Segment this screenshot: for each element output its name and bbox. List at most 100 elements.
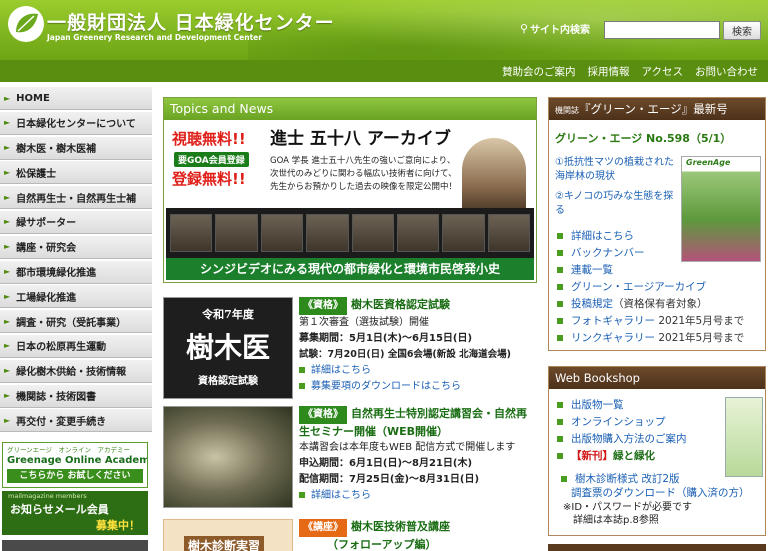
sidebar-item-label: 都市環境緑化推進: [16, 268, 97, 280]
news-link-text: 募集要項のダウンロードはこちら: [311, 381, 461, 392]
news-link-text: 詳細はこちら: [311, 365, 371, 376]
nav-recruit[interactable]: 採用情報: [582, 64, 636, 79]
greenage-link-archive[interactable]: グリーン・エージアーカイブ: [557, 279, 706, 294]
feature-line: 先生からお預かりした過去の映像を限定公開中！: [270, 182, 458, 192]
greenage-article-link[interactable]: ①抵抗性マツの植栽された海岸林の現状: [555, 156, 679, 184]
bookshop-link-list[interactable]: 出版物一覧: [557, 397, 624, 412]
link-text: 詳細はこちら: [571, 230, 634, 242]
greenage-panel: 機関誌『グリーン・エージ』最新号 グリーン・エージ No.598（5/1） Gr…: [548, 97, 766, 351]
third-banner[interactable]: [2, 540, 148, 551]
sidebar-item-home[interactable]: ► HOME: [0, 86, 152, 110]
sidebar-item-label: 松保護士: [16, 168, 57, 180]
greenage-article-link[interactable]: ②キノコの巧みな生態を探る: [555, 190, 679, 218]
greenage-link-photo-gallery[interactable]: フォトギャラリー 2021年5月号まで: [557, 313, 744, 328]
arrow-right-icon: ►: [4, 143, 11, 153]
category-tag: 《資格》: [299, 406, 347, 424]
greenage-cover-image[interactable]: GreenAge: [681, 156, 761, 262]
bookshop-note: ※ID・パスワードが必要です: [563, 502, 693, 513]
nav-contact[interactable]: お問い合わせ: [689, 64, 764, 79]
news-link[interactable]: 募集要項のダウンロードはこちら: [299, 379, 537, 395]
film-frame: [306, 214, 349, 252]
butterfly-photo-thumbnail[interactable]: [163, 406, 293, 508]
sidebar-item-label: 樹木医・樹木医補: [16, 144, 97, 156]
mail-members-banner[interactable]: mailmagazine members お知らせメール会員 募集中！: [2, 491, 148, 535]
greenage-link-backnumber[interactable]: バックナンバー: [557, 245, 645, 260]
sidebar-item-courses[interactable]: ► 講座・研究会: [0, 234, 152, 259]
search-input[interactable]: [604, 21, 720, 39]
news-link[interactable]: 詳細はこちら: [299, 488, 537, 504]
arrow-right-icon: ►: [4, 93, 11, 103]
link-text: オンラインショップ: [571, 416, 666, 428]
arrow-right-icon: ►: [4, 217, 11, 227]
news-title[interactable]: 《資格》 自然再生士特別認定講習会・自然再生セミナー開催（WEB開催）: [299, 406, 537, 440]
bookshop-link-new-release[interactable]: 【新刊】緑と緑化: [557, 448, 655, 463]
news-item: 樹木診断実習 《講座》 樹木医技術普及講座 （フォローアップ編）: [163, 519, 537, 551]
sidebar-item-nature-restoration[interactable]: ► 自然再生士・自然再生士補: [0, 185, 152, 210]
sidebar-item-about[interactable]: ► 日本緑化センターについて: [0, 110, 152, 135]
online-academy-banner[interactable]: グリーンエージ オンライン アカデミー Greenage Online Acad…: [2, 442, 148, 488]
link-text: 樹木診断様式 改訂2版: [575, 473, 680, 485]
greenage-link-link-gallery[interactable]: リンクギャラリー 2021年5月号まで: [557, 330, 744, 345]
banner-line2: 募集中！: [96, 519, 140, 532]
bookshop-heading: Web Bookshop: [549, 367, 765, 389]
link-text: バックナンバー: [571, 247, 645, 259]
news-title[interactable]: 《資格》 樹木医資格認定試験: [299, 297, 537, 315]
sidebar-item-tree-doctor[interactable]: ► 樹木医・樹木医補: [0, 135, 152, 160]
news-title[interactable]: 《講座》 樹木医技術普及講座: [299, 519, 537, 537]
bookshop-link-purchase-guide[interactable]: 出版物購入方法のご案内: [557, 431, 687, 446]
news-body: 《資格》 樹木医資格認定試験 第１次審査（選抜試験）開催 募集期間：5月1日(木)…: [299, 297, 537, 395]
bookshop-link-online-shop[interactable]: オンラインショップ: [557, 414, 666, 429]
bullet-square-icon: [557, 335, 563, 341]
archive-feature-banner[interactable]: 視聴無料!! 要GOA会員登録 登録無料!! 進士 五十八 アーカイブ GOA …: [166, 122, 534, 280]
sidebar-item-journals[interactable]: ► 機関誌・技術図書: [0, 383, 152, 408]
news-link[interactable]: 詳細はこちら: [299, 363, 537, 379]
arrow-right-icon: ►: [4, 167, 11, 177]
news-link-text: 詳細はこちら: [311, 490, 371, 501]
banner-trial-button[interactable]: こちらから お試しください: [7, 469, 143, 483]
greenage-issue: グリーン・エージ No.598（5/1）: [555, 132, 732, 145]
film-frame: [487, 214, 530, 252]
bullet-square-icon: [557, 453, 563, 459]
portrait-photo: [462, 138, 526, 218]
sidebar-item-reissue[interactable]: ► 再交付・変更手続き: [0, 408, 152, 433]
film-frame: [260, 214, 304, 252]
site-title[interactable]: 一般財団法人 日本緑化センター: [47, 8, 335, 35]
bullet-square-icon: [561, 476, 567, 482]
sidebar-item-green-supporter[interactable]: ► 緑サポーター: [0, 209, 152, 234]
sidebar-item-label: 調査・研究（受託事業）: [16, 317, 127, 329]
sidebar-item-pine[interactable]: ► 松保護士: [0, 160, 152, 185]
cover-title: GreenAge: [686, 158, 731, 167]
sidebar-item-research[interactable]: ► 調査・研究（受託事業）: [0, 309, 152, 334]
greenage-link-series[interactable]: 連載一覧: [557, 262, 613, 277]
logo-leaf-icon[interactable]: [6, 4, 46, 44]
nav-access[interactable]: アクセス: [636, 64, 689, 79]
bullet-square-icon: [557, 402, 563, 408]
tree-diagnosis-thumbnail[interactable]: 樹木診断実習: [163, 519, 293, 551]
bullet-square-icon: [557, 318, 563, 324]
arrow-right-icon: ►: [4, 267, 11, 277]
arrow-right-icon: ►: [4, 316, 11, 326]
sidebar-item-tree-supply[interactable]: ► 緑化樹木供給・技術情報: [0, 358, 152, 383]
new-book-cover-image[interactable]: [725, 397, 763, 477]
bookshop-link-form-download-line2[interactable]: 調査票のダウンロード（購入済の方）: [571, 485, 750, 500]
news-body: 《資格》 自然再生士特別認定講習会・自然再生セミナー開催（WEB開催） 本講習会は…: [299, 406, 537, 504]
link-text: 投稿規定: [571, 298, 613, 310]
sidebar-item-factory-greening[interactable]: ► 工場緑化推進: [0, 284, 152, 309]
feature-line: 次世代のみどりに関わる幅広い技術者に向けて、: [270, 169, 457, 179]
news-line: 本講習会は本年度もWEB 配信方式で開催します: [299, 442, 516, 453]
link-text: フォトギャラリー: [571, 315, 655, 327]
sidebar-item-urban-greening[interactable]: ► 都市環境緑化推進: [0, 259, 152, 284]
search-button[interactable]: 検索: [723, 21, 761, 40]
next-panel-heading: [548, 544, 766, 551]
web-bookshop-panel: Web Bookshop 出版物一覧 オンラインショップ 出版物購入方法のご案内…: [548, 366, 766, 536]
bullet-square-icon: [557, 233, 563, 239]
nav-supporters[interactable]: 賛助会のご案内: [496, 64, 582, 79]
banner-caption: mailmagazine members: [8, 492, 87, 500]
tree-doctor-exam-thumbnail[interactable]: 令和7年度 樹木医 資格認定試験: [163, 297, 293, 399]
greenage-link-details[interactable]: 詳細はこちら: [557, 228, 634, 243]
bookshop-link-form-download[interactable]: 樹木診断様式 改訂2版: [557, 471, 680, 486]
greenage-link-submission[interactable]: 投稿規定（資格保有者対象）: [557, 296, 708, 311]
sidebar-item-label: HOME: [16, 92, 50, 104]
goa-badge: 要GOA会員登録: [174, 152, 249, 167]
sidebar-item-pine-restoration[interactable]: ► 日本の松原再生運動: [0, 333, 152, 358]
